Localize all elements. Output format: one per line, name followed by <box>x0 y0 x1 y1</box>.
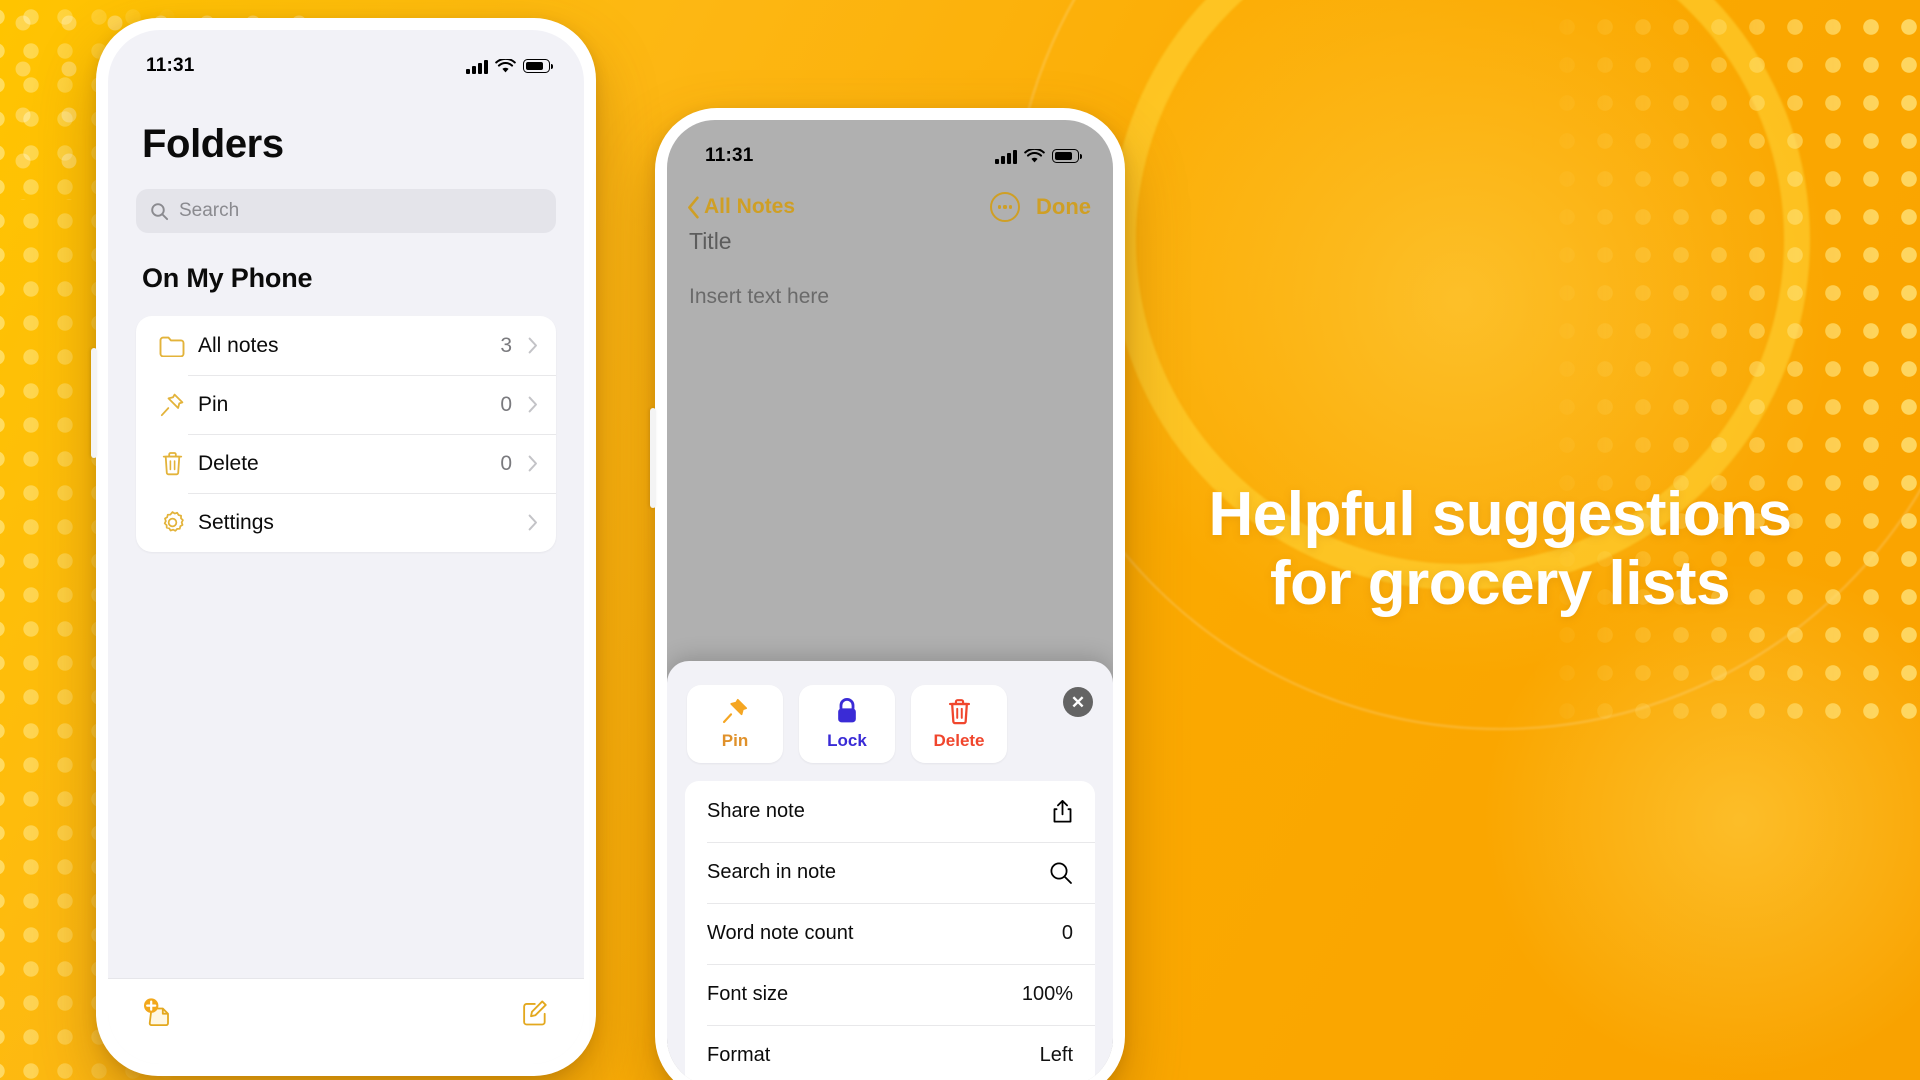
action-menu-list: Share note Search in note Word note coun… <box>685 781 1095 1080</box>
section-header: On My Phone <box>142 263 313 293</box>
phone-side-button[interactable] <box>650 408 656 508</box>
menu-value: Left <box>1039 1044 1073 1066</box>
menu-label: Search in note <box>707 861 836 883</box>
menu-item-format[interactable]: Format Left <box>685 1025 1095 1080</box>
delete-button[interactable]: Delete <box>911 685 1007 763</box>
trash-icon <box>948 698 970 724</box>
gear-icon <box>152 509 192 536</box>
search-placeholder: Search <box>179 200 240 221</box>
pin-button[interactable]: Pin <box>687 685 783 763</box>
pin-label: Pin <box>721 731 749 750</box>
headline-line-1: Helpful suggestions <box>1208 480 1792 549</box>
status-time: 11:31 <box>705 145 754 166</box>
status-bar: 11:31 <box>108 30 584 88</box>
delete-label: Delete <box>933 730 985 750</box>
search-input[interactable]: Search <box>136 189 556 233</box>
folder-icon <box>152 335 192 357</box>
battery-icon <box>1052 149 1082 163</box>
row-label: Settings <box>198 510 274 534</box>
sidebar-item-pin[interactable]: Pin 0 <box>136 375 556 434</box>
phone-mockup-note-editor: 11:31 All Notes Done Title Insert text h… <box>650 108 1125 1080</box>
row-count: 0 <box>500 392 512 416</box>
phone-mockup-folders: 11:31 Folders Search On My Phone All not… <box>91 18 596 1076</box>
sidebar-item-delete[interactable]: Delete 0 <box>136 434 556 493</box>
headline-line-2: for grocery lists <box>1269 549 1731 619</box>
folders-list: All notes 3 Pin 0 Delete 0 Settings <box>136 316 556 552</box>
chevron-right-icon <box>528 396 537 413</box>
share-icon <box>1053 799 1072 823</box>
note-editor-screen: 11:31 All Notes Done Title Insert text h… <box>667 120 1113 1080</box>
navigation-bar: All Notes Done <box>667 178 1113 222</box>
lock-label: Lock <box>827 731 867 750</box>
menu-label: Word note count <box>707 922 854 944</box>
page-title: Folders <box>142 122 284 166</box>
menu-value: 0 <box>1061 922 1073 944</box>
new-folder-plus-icon[interactable] <box>142 997 176 1033</box>
menu-label: Share note <box>707 800 805 822</box>
row-label: All notes <box>198 333 279 357</box>
wifi-icon <box>1024 148 1045 162</box>
pin-icon <box>152 392 192 418</box>
promo-banner: 11:31 Folders Search On My Phone All not… <box>0 0 1920 1080</box>
sidebar-item-all-notes[interactable]: All notes 3 <box>136 316 556 375</box>
row-label: Pin <box>198 392 229 416</box>
menu-label: Font size <box>707 983 789 1005</box>
folders-screen: 11:31 Folders Search On My Phone All not… <box>108 30 584 1064</box>
wifi-icon <box>495 58 516 72</box>
back-label: All Notes <box>704 195 796 218</box>
search-icon <box>151 202 169 220</box>
menu-item-word-note-count[interactable]: Word note count 0 <box>685 903 1095 964</box>
menu-item-search-in-note[interactable]: Search in note <box>685 842 1095 903</box>
chevron-right-icon <box>528 337 537 354</box>
chevron-left-icon <box>688 195 699 219</box>
chevron-right-icon <box>528 455 537 472</box>
row-count: 0 <box>500 451 512 475</box>
back-button[interactable]: All Notes <box>687 195 795 219</box>
quick-actions: Pin Lock Delete <box>685 679 1095 781</box>
cellular-bars-icon <box>995 149 1017 164</box>
close-icon[interactable]: ✕ <box>1063 687 1093 717</box>
search-icon <box>1050 862 1072 884</box>
ellipsis-circle-icon[interactable] <box>990 192 1020 222</box>
row-label: Delete <box>198 451 259 475</box>
cellular-bars-icon <box>466 59 488 74</box>
pin-icon <box>722 698 748 724</box>
chevron-right-icon <box>528 514 537 531</box>
bottom-toolbar <box>108 978 584 1064</box>
phone-side-button[interactable] <box>91 348 97 458</box>
menu-label: Format <box>707 1044 771 1066</box>
note-body-input[interactable]: Insert text here <box>667 255 1113 309</box>
menu-item-font-size[interactable]: Font size 100% <box>685 964 1095 1025</box>
battery-icon <box>523 59 553 73</box>
menu-item-share-note[interactable]: Share note <box>685 781 1095 842</box>
action-sheet: ✕ Pin Lock Delete Share note Search in n… <box>667 661 1113 1080</box>
done-button[interactable]: Done <box>1036 194 1091 220</box>
trash-icon <box>152 451 192 476</box>
sidebar-item-settings[interactable]: Settings <box>136 493 556 552</box>
status-time: 11:31 <box>146 55 195 76</box>
lock-icon <box>838 697 856 723</box>
status-bar: 11:31 <box>667 120 1113 178</box>
promo-headline: Helpful suggestions for grocery lists <box>1150 480 1850 619</box>
lock-button[interactable]: Lock <box>799 685 895 763</box>
note-title-input[interactable]: Title <box>667 222 1113 255</box>
row-count: 3 <box>500 333 512 357</box>
menu-value: 100% <box>1021 983 1073 1005</box>
compose-note-icon[interactable] <box>519 997 550 1033</box>
